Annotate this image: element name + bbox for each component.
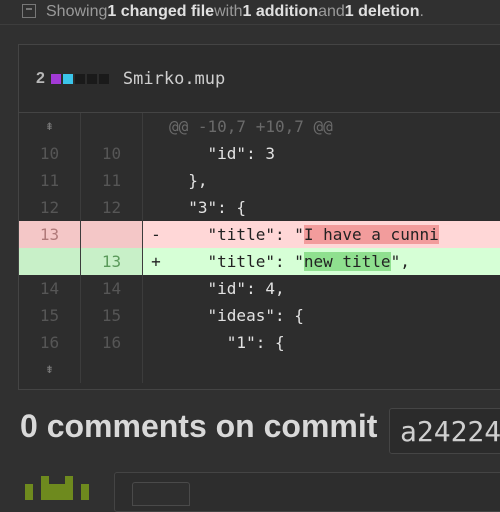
diffstat-number: 2	[36, 69, 45, 87]
diff-summary-icon[interactable]	[22, 4, 36, 18]
line-number-old[interactable]: 11	[19, 167, 81, 194]
line-number-old[interactable]: 14	[19, 275, 81, 302]
line-number-old[interactable]: 13	[19, 221, 81, 248]
commit-sha[interactable]: a24224	[389, 408, 500, 454]
diff-lines: 10 10 "id": 3 11 11 }, 12 12 "3": {13- "title…	[19, 140, 500, 356]
line-number-new	[81, 356, 143, 383]
identicon-avatar[interactable]	[25, 476, 89, 500]
code-text: },	[169, 171, 208, 190]
context-line: 10 10 "id": 3	[19, 140, 500, 167]
file-name[interactable]: Smirko.mup	[123, 69, 225, 89]
code-text: "id": 4,	[169, 279, 285, 298]
diff-sign	[143, 167, 169, 194]
code-line: "ideas": {	[143, 302, 500, 329]
hunk-footer-row: ⇟	[19, 356, 500, 383]
line-number-new[interactable]: 11	[81, 167, 143, 194]
code-text: "title": "	[169, 252, 304, 271]
summary-with: with	[214, 3, 243, 20]
line-number-old[interactable]: 12	[19, 194, 81, 221]
deleted-line: 13 - "title": "I have a cunni	[19, 221, 500, 248]
comment-write-tab[interactable]	[132, 482, 190, 506]
line-number-old[interactable]: 15	[19, 302, 81, 329]
diffstat-block	[98, 73, 109, 84]
code-line: },	[143, 167, 500, 194]
code-line: "1": {	[143, 329, 500, 356]
diffstat-block	[86, 73, 97, 84]
diff-table: ⇞ @@ -10,7 +10,7 @@ 10 10 "id": 3 11 11 }, 1…	[19, 113, 500, 383]
summary-additions: 1 addition	[242, 3, 319, 20]
code-line: "id": 4,	[143, 275, 500, 302]
line-number-old[interactable]: 10	[19, 140, 81, 167]
hunk-footer	[143, 356, 500, 383]
line-number-new[interactable]: 14	[81, 275, 143, 302]
changed-text-highlight: new title	[303, 252, 391, 271]
summary-prefix: Showing	[46, 3, 108, 20]
context-line: 15 15 "ideas": {	[19, 302, 500, 329]
added-line: 13 + "title": "new title",	[19, 248, 500, 275]
line-number-new[interactable]	[81, 221, 143, 248]
hunk-header-row: ⇞ @@ -10,7 +10,7 @@	[19, 113, 500, 140]
comments-heading: 0 comments on commit	[20, 408, 378, 444]
diff-sign: -	[151, 225, 161, 244]
changed-text-highlight: I have a cunni	[303, 225, 439, 244]
diff-sign	[143, 194, 169, 221]
summary-files-count[interactable]: 1 changed file	[107, 3, 214, 21]
code-text: ",	[390, 252, 410, 271]
summary-and: and	[318, 3, 345, 20]
code-text: "id": 3	[169, 144, 275, 163]
diffstat-block	[74, 73, 85, 84]
line-number-new[interactable]: 16	[81, 329, 143, 356]
line-number-new[interactable]: 12	[81, 194, 143, 221]
context-line: 11 11 },	[19, 167, 500, 194]
diff-summary: Showing 1 changed file with 1 addition a…	[0, 0, 500, 24]
context-line: 14 14 "id": 4,	[19, 275, 500, 302]
context-line: 12 12 "3": {	[19, 194, 500, 221]
code-line: "3": {	[143, 194, 500, 221]
diff-sign	[143, 329, 169, 356]
line-number-old[interactable]: 16	[19, 329, 81, 356]
code-line: - "title": "I have a cunni	[143, 221, 500, 248]
code-line: + "title": "new title",	[143, 248, 500, 275]
code-text: "title": "	[169, 225, 304, 244]
line-number-old[interactable]	[19, 248, 81, 275]
line-number-new[interactable]: 10	[81, 140, 143, 167]
file-header: 2 Smirko.mup	[19, 45, 500, 113]
line-number-new	[81, 113, 143, 140]
code-line: "id": 3	[143, 140, 500, 167]
diff-sign	[143, 140, 169, 167]
expand-icon[interactable]: ⇞	[19, 113, 81, 140]
context-line: 16 16 "1": {	[19, 329, 500, 356]
expand-icon[interactable]: ⇟	[19, 356, 81, 383]
diffstat-blocks	[50, 73, 111, 84]
code-text: "1": {	[169, 333, 285, 352]
hunk-header: @@ -10,7 +10,7 @@	[169, 117, 333, 136]
line-number-new[interactable]: 13	[81, 248, 143, 275]
summary-period: .	[419, 3, 424, 20]
code-text: "ideas": {	[169, 306, 304, 325]
diff-sign	[143, 302, 169, 329]
divider	[0, 24, 500, 25]
diff-sign: +	[151, 252, 161, 271]
code-text: "3": {	[169, 198, 247, 217]
file-diff: 2 Smirko.mup ⇞ @@ -10,7 +10,7 @@ 10 10 "i…	[18, 44, 500, 390]
summary-deletions: 1 deletion	[344, 3, 420, 20]
diffstat-block	[62, 73, 73, 84]
line-number-new[interactable]: 15	[81, 302, 143, 329]
diffstat-block	[50, 73, 61, 84]
diff-sign	[143, 275, 169, 302]
